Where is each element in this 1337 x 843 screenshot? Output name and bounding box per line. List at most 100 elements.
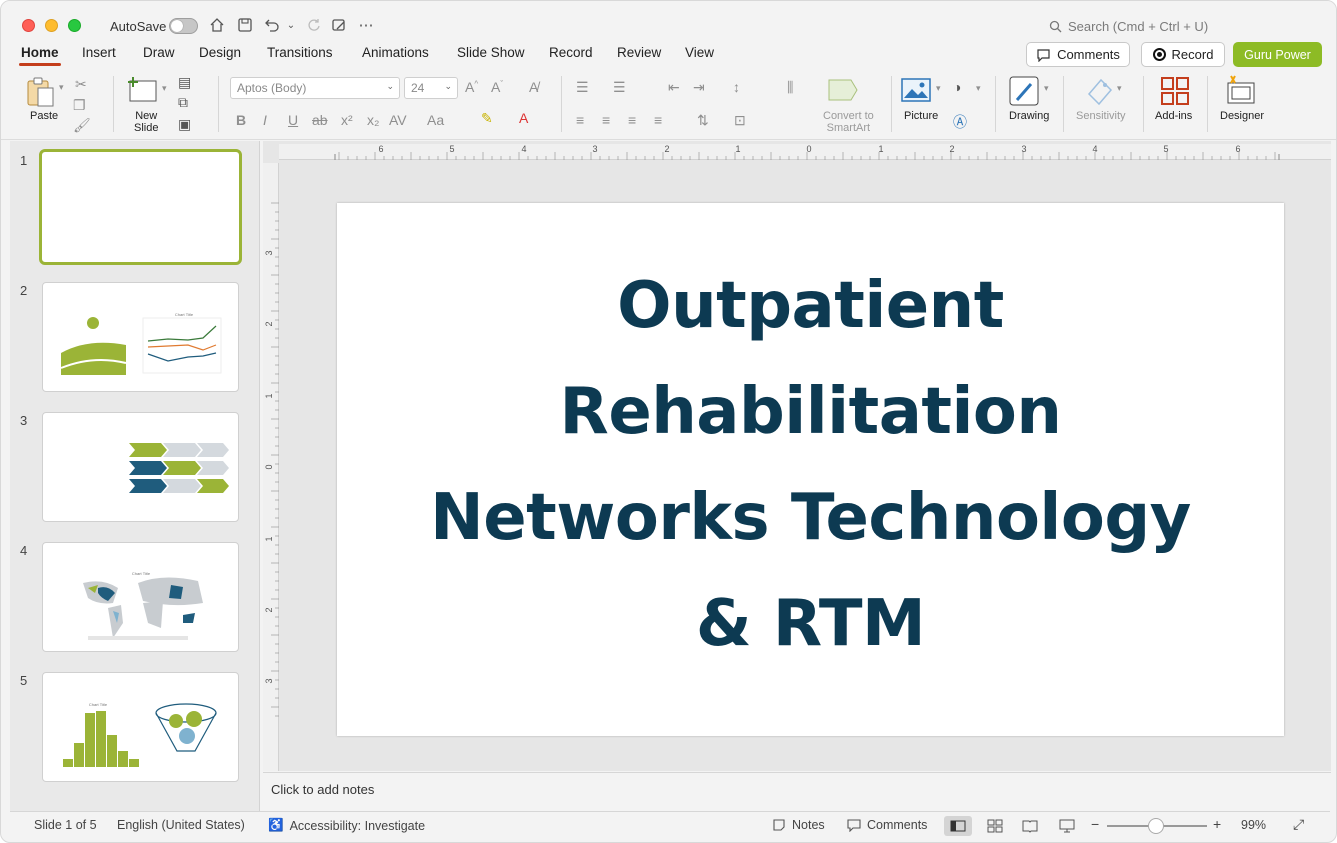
font-color-icon[interactable]: A xyxy=(519,110,528,126)
drawing-icon xyxy=(1009,76,1039,106)
redo-icon[interactable] xyxy=(303,15,323,35)
record-button[interactable]: Record xyxy=(1141,42,1225,67)
slide-thumbnail-2[interactable]: Chart Title xyxy=(42,282,239,392)
close-window-button[interactable] xyxy=(22,19,35,32)
notes-button[interactable]: Notes xyxy=(772,818,825,832)
zoom-slider-handle[interactable] xyxy=(1148,818,1164,834)
tab-slide-show[interactable]: Slide Show xyxy=(457,45,525,60)
new-slide-dropdown-icon[interactable]: ▾ xyxy=(162,83,167,94)
more-icon[interactable]: ⋯ xyxy=(356,15,376,35)
cut-icon[interactable]: ✂ xyxy=(75,76,87,93)
align-left-icon[interactable]: ≡ xyxy=(576,112,584,128)
designer-button[interactable] xyxy=(1225,74,1257,109)
align-right-icon[interactable]: ≡ xyxy=(628,112,636,128)
underline-icon[interactable]: U xyxy=(288,112,298,128)
tab-record[interactable]: Record xyxy=(549,45,593,60)
slide-sorter-button[interactable] xyxy=(981,816,1009,836)
slide-thumbnail-4[interactable]: Chart Title xyxy=(42,542,239,652)
customize-icon[interactable] xyxy=(329,15,349,35)
zoom-window-button[interactable] xyxy=(68,19,81,32)
picture-button[interactable] xyxy=(901,78,931,105)
slide-canvas[interactable]: Outpatient Rehabilitation Networks Techn… xyxy=(337,203,1284,736)
drawing-dropdown-icon[interactable]: ▾ xyxy=(1044,83,1049,94)
slide-thumbnail-3[interactable] xyxy=(42,412,239,522)
search-box[interactable]: Search (Cmd + Ctrl + U) xyxy=(1049,19,1208,34)
convert-smartart-button[interactable] xyxy=(827,76,861,107)
text-direction-icon[interactable]: ⇅ xyxy=(697,112,709,129)
line-spacing-icon[interactable]: ↕ xyxy=(733,79,740,95)
tab-draw[interactable]: Draw xyxy=(143,45,175,60)
chart-title-text: Chart Title xyxy=(89,702,108,707)
accessibility-status[interactable]: ♿ Accessibility: Investigate xyxy=(268,818,425,833)
tab-animations[interactable]: Animations xyxy=(362,45,429,60)
shapes-icon[interactable]: ◑ xyxy=(953,79,961,95)
bullets-icon[interactable]: ☰ xyxy=(576,79,589,96)
tab-review[interactable]: Review xyxy=(617,45,661,60)
columns-icon[interactable]: ⫼ xyxy=(787,79,793,96)
tab-transitions[interactable]: Transitions xyxy=(267,45,333,60)
fit-to-window-icon[interactable]: ⤢ xyxy=(1293,816,1304,833)
bold-icon[interactable]: B xyxy=(236,112,246,128)
guru-power-button[interactable]: Guru Power xyxy=(1233,42,1322,67)
undo-icon[interactable] xyxy=(262,15,282,35)
tab-insert[interactable]: Insert xyxy=(82,45,116,60)
new-slide-button[interactable] xyxy=(127,76,159,107)
zoom-percent[interactable]: 99% xyxy=(1241,818,1266,832)
language-status[interactable]: English (United States) xyxy=(117,818,245,832)
tab-design[interactable]: Design xyxy=(199,45,241,60)
comments-button[interactable]: Comments xyxy=(1026,42,1130,67)
font-size-field[interactable]: 24 ⌄ xyxy=(404,77,458,99)
tab-home[interactable]: Home xyxy=(19,45,61,66)
reading-view-button[interactable] xyxy=(1016,816,1044,836)
reset-icon[interactable]: ⧉ xyxy=(178,94,188,111)
tab-view[interactable]: View xyxy=(685,45,714,60)
font-name-field[interactable]: Aptos (Body) ⌄ xyxy=(230,77,400,99)
normal-view-button[interactable] xyxy=(944,816,972,836)
picture-dropdown-icon[interactable]: ▾ xyxy=(936,83,941,94)
slideshow-view-button[interactable] xyxy=(1053,816,1081,836)
zoom-out-button[interactable]: − xyxy=(1091,816,1099,832)
decrease-indent-icon[interactable]: ⇤ xyxy=(668,79,680,96)
clear-formatting-icon[interactable]: A̸ xyxy=(529,79,538,95)
zoom-in-button[interactable]: + xyxy=(1213,816,1221,832)
notes-pane[interactable]: Click to add notes xyxy=(263,772,1331,810)
layout-icon[interactable]: ▤ xyxy=(178,74,191,91)
increase-font-icon[interactable]: A^ xyxy=(465,79,478,95)
decrease-font-icon[interactable]: Aˇ xyxy=(491,79,503,95)
drawing-button[interactable] xyxy=(1009,76,1041,109)
addins-button[interactable] xyxy=(1160,76,1190,109)
highlight-icon[interactable]: ✎ xyxy=(481,110,493,127)
align-text-icon[interactable]: ⊡ xyxy=(734,112,746,129)
paste-dropdown-icon[interactable]: ▾ xyxy=(59,82,64,93)
home-icon[interactable] xyxy=(207,15,227,35)
paste-button[interactable] xyxy=(25,76,59,111)
sensitivity-button[interactable] xyxy=(1085,76,1115,109)
slide-thumbnail-5[interactable]: Chart Title xyxy=(42,672,239,782)
ruler-label: 1 xyxy=(264,536,274,541)
shapes-dropdown-icon[interactable]: ▾ xyxy=(976,83,981,94)
justify-icon[interactable]: ≡ xyxy=(654,112,662,128)
align-center-icon[interactable]: ≡ xyxy=(602,112,610,128)
comments-status-button[interactable]: Comments xyxy=(847,818,927,832)
change-case-icon[interactable]: Aa xyxy=(427,112,444,128)
text-box-icon[interactable]: Ⓐ xyxy=(953,112,967,132)
italic-icon[interactable]: I xyxy=(263,112,267,128)
section-icon[interactable]: ▣ xyxy=(178,116,191,133)
strikethrough-icon[interactable]: ab xyxy=(312,112,328,128)
subscript-icon[interactable]: x₂ xyxy=(367,112,379,128)
superscript-icon[interactable]: x² xyxy=(341,112,353,128)
slide-title-textbox[interactable]: Outpatient Rehabilitation Networks Techn… xyxy=(337,253,1284,677)
numbering-icon[interactable]: ☰ xyxy=(613,79,626,96)
undo-dropdown-icon[interactable]: ⌄ xyxy=(281,15,301,35)
ruler-label: 3 xyxy=(264,250,274,255)
slide-thumbnail-1[interactable] xyxy=(39,149,242,265)
increase-indent-icon[interactable]: ⇥ xyxy=(693,79,705,96)
sensitivity-dropdown-icon[interactable]: ▾ xyxy=(1117,83,1122,94)
autosave-toggle[interactable] xyxy=(169,18,198,34)
character-spacing-icon[interactable]: AV xyxy=(389,112,407,128)
minimize-window-button[interactable] xyxy=(45,19,58,32)
format-painter-icon[interactable]: 🖌 xyxy=(73,117,91,134)
copy-icon[interactable]: ❐ xyxy=(73,97,86,114)
new-slide-label: New Slide xyxy=(134,110,159,134)
save-icon[interactable] xyxy=(235,15,255,35)
